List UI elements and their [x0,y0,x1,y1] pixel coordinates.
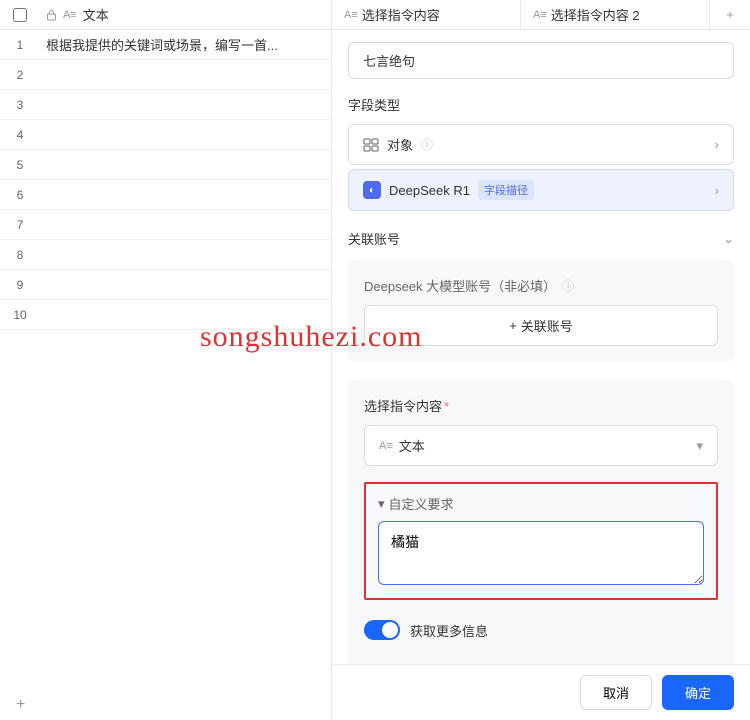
text-type-icon: A≡ [533,9,547,21]
table-row[interactable]: 5 [0,150,331,180]
model-row[interactable]: ◐ DeepSeek R1 字段描径 › [348,169,734,211]
custom-requirement-input[interactable] [378,521,704,585]
confirm-button[interactable]: 确定 [662,675,734,710]
assoc-account-panel: Deepseek 大模型账号（非必填） ⓘ + 关联账号 [348,260,734,362]
row-number: 1 [0,38,40,52]
instruction-label: 选择指令内容* [364,396,718,415]
assoc-sub-text: Deepseek 大模型账号（非必填） [364,276,556,295]
more-info-switch[interactable] [364,620,400,640]
custom-requirement-section: ▾ 自定义要求 [364,482,718,600]
table-row[interactable]: 6 [0,180,331,210]
info-icon: ⓘ [562,277,574,294]
row-number: 3 [0,98,40,112]
cancel-button[interactable]: 取消 [580,675,652,710]
config-body: 七言绝句 字段类型 对象 ⓘ › ◐ DeepSeek R1 字段描径 › 关联… [332,30,750,720]
column-header-label: 文本 [83,5,109,24]
more-info-label: 获取更多信息 [410,621,488,640]
custom-collapse-toggle[interactable]: ▾ 自定义要求 [378,494,704,513]
tag-display[interactable]: 七言绝句 [348,42,734,79]
instruction-select[interactable]: A≡ 文本 ▾ [364,425,718,466]
deepseek-icon: ◐ [363,181,381,199]
chevron-right-icon: › [715,183,719,198]
table-row[interactable]: 3 [0,90,331,120]
row-number: 10 [0,308,40,322]
tabs-bar: A≡ 选择指令内容 A≡ 选择指令内容 2 + [332,0,750,30]
assoc-sub-label: Deepseek 大模型账号（非必填） ⓘ [364,276,718,295]
assoc-btn-label: 关联账号 [521,316,573,335]
config-panel: A≡ 选择指令内容 A≡ 选择指令内容 2 + 七言绝句 字段类型 对象 ⓘ › [332,0,750,720]
text-type-icon: A≡ [63,9,77,21]
table-row[interactable]: 10 [0,300,331,330]
model-name: DeepSeek R1 [389,183,470,198]
table-row[interactable]: 7 [0,210,331,240]
select-all-checkbox[interactable] [13,8,27,22]
assoc-account-button[interactable]: + 关联账号 [364,305,718,346]
data-table: A≡ 文本 1根据我提供的关键词或场景，编写一首...2345678910 + [0,0,332,720]
table-row[interactable]: 1根据我提供的关键词或场景，编写一首... [0,30,331,60]
field-type-object-row[interactable]: 对象 ⓘ › [348,124,734,165]
row-number: 9 [0,278,40,292]
custom-label: 自定义要求 [389,494,454,513]
model-badge: 字段描径 [478,180,534,200]
row-number: 6 [0,188,40,202]
object-icon [363,138,379,152]
tab-instruction-1[interactable]: A≡ 选择指令内容 [332,0,521,29]
add-row-button[interactable]: + [0,690,331,720]
column-header-text[interactable]: A≡ 文本 [40,5,331,24]
row-number: 7 [0,218,40,232]
caret-down-icon: ▾ [696,438,703,454]
field-type-label: 字段类型 [348,95,734,114]
table-header: A≡ 文本 [0,0,331,30]
assoc-account-label: 关联账号 [348,229,400,248]
chevron-down-icon: ⌄ [723,231,734,247]
chevron-right-icon: › [715,137,719,152]
instruction-label-text: 选择指令内容 [364,399,442,414]
add-tab-button[interactable]: + [710,0,750,29]
info-icon: ⓘ [421,136,433,153]
footer-bar: 取消 确定 [332,664,750,720]
more-info-row: 获取更多信息 [364,620,718,640]
row-number: 2 [0,68,40,82]
caret-down-icon: ▾ [378,496,385,512]
select-all-cell[interactable] [0,8,40,22]
tab-instruction-2[interactable]: A≡ 选择指令内容 2 [521,0,710,29]
row-content: 根据我提供的关键词或场景，编写一首... [40,35,331,54]
row-number: 4 [0,128,40,142]
tag-value: 七言绝句 [363,54,415,69]
row-number: 5 [0,158,40,172]
row-number: 8 [0,248,40,262]
instruction-value: 文本 [399,436,425,455]
table-row[interactable]: 2 [0,60,331,90]
table-row[interactable]: 8 [0,240,331,270]
plus-icon: + [509,318,517,333]
tab-label: 选择指令内容 [362,5,440,24]
table-row[interactable]: 9 [0,270,331,300]
table-row[interactable]: 4 [0,120,331,150]
text-type-icon: A≡ [379,440,393,452]
assoc-account-header[interactable]: 关联账号 ⌄ [348,221,734,256]
lock-icon [46,9,57,21]
field-type-object-label: 对象 [387,135,413,154]
tab-label: 选择指令内容 2 [551,5,640,24]
text-type-icon: A≡ [344,9,358,21]
table-body: 1根据我提供的关键词或场景，编写一首...2345678910 [0,30,331,690]
